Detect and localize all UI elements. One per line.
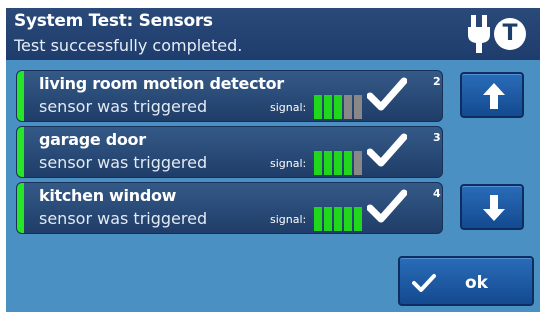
arrow-up-icon [483,83,505,109]
sensor-row-garage-door: garage door sensor was triggered signal:… [16,126,443,178]
signal-bar [314,95,322,119]
signal-bar [344,207,352,231]
signal-label: signal: [270,213,307,226]
status-indicator [17,127,24,177]
signal-bar [354,151,362,175]
checkmark-icon [367,189,407,223]
page-title: System Test: Sensors [14,11,213,31]
sensor-name: garage door [39,130,146,149]
sensor-index: 4 [433,187,441,200]
sensor-name: living room motion detector [39,74,284,93]
checkmark-icon [412,274,436,292]
sensor-state: sensor was triggered [39,209,208,228]
signal-bar [334,151,342,175]
ok-label: ok [465,273,488,293]
sensor-index: 3 [433,131,441,144]
signal-label: signal: [270,157,307,170]
ok-button[interactable]: ok [398,256,534,306]
arrow-down-icon [483,195,505,221]
t-icon: T [494,18,526,50]
checkmark-icon [367,133,407,167]
header: System Test: Sensors Test successfully c… [6,8,540,60]
sensor-row-living-room: living room motion detector sensor was t… [16,70,443,122]
sensor-test-screen: System Test: Sensors Test successfully c… [6,8,540,312]
plug-icon [468,15,490,53]
signal-bar [314,207,322,231]
status-indicator [17,183,24,233]
signal-bar [334,95,342,119]
signal-bar [324,95,332,119]
scroll-down-button[interactable] [460,184,524,230]
signal-bar [344,151,352,175]
signal-bar [354,95,362,119]
status-indicator [17,71,24,121]
status-message: Test successfully completed. [14,36,243,55]
signal-bar [344,95,352,119]
scroll-up-button[interactable] [460,72,524,118]
signal-bar [324,151,332,175]
sensor-index: 2 [433,75,441,88]
signal-bar [334,207,342,231]
sensor-state: sensor was triggered [39,153,208,172]
sensor-row-kitchen-window: kitchen window sensor was triggered sign… [16,182,443,234]
signal-bar [324,207,332,231]
sensor-name: kitchen window [39,186,177,205]
signal-label: signal: [270,101,307,114]
signal-bar [354,207,362,231]
checkmark-icon [367,77,407,111]
signal-bar [314,151,322,175]
sensor-state: sensor was triggered [39,97,208,116]
